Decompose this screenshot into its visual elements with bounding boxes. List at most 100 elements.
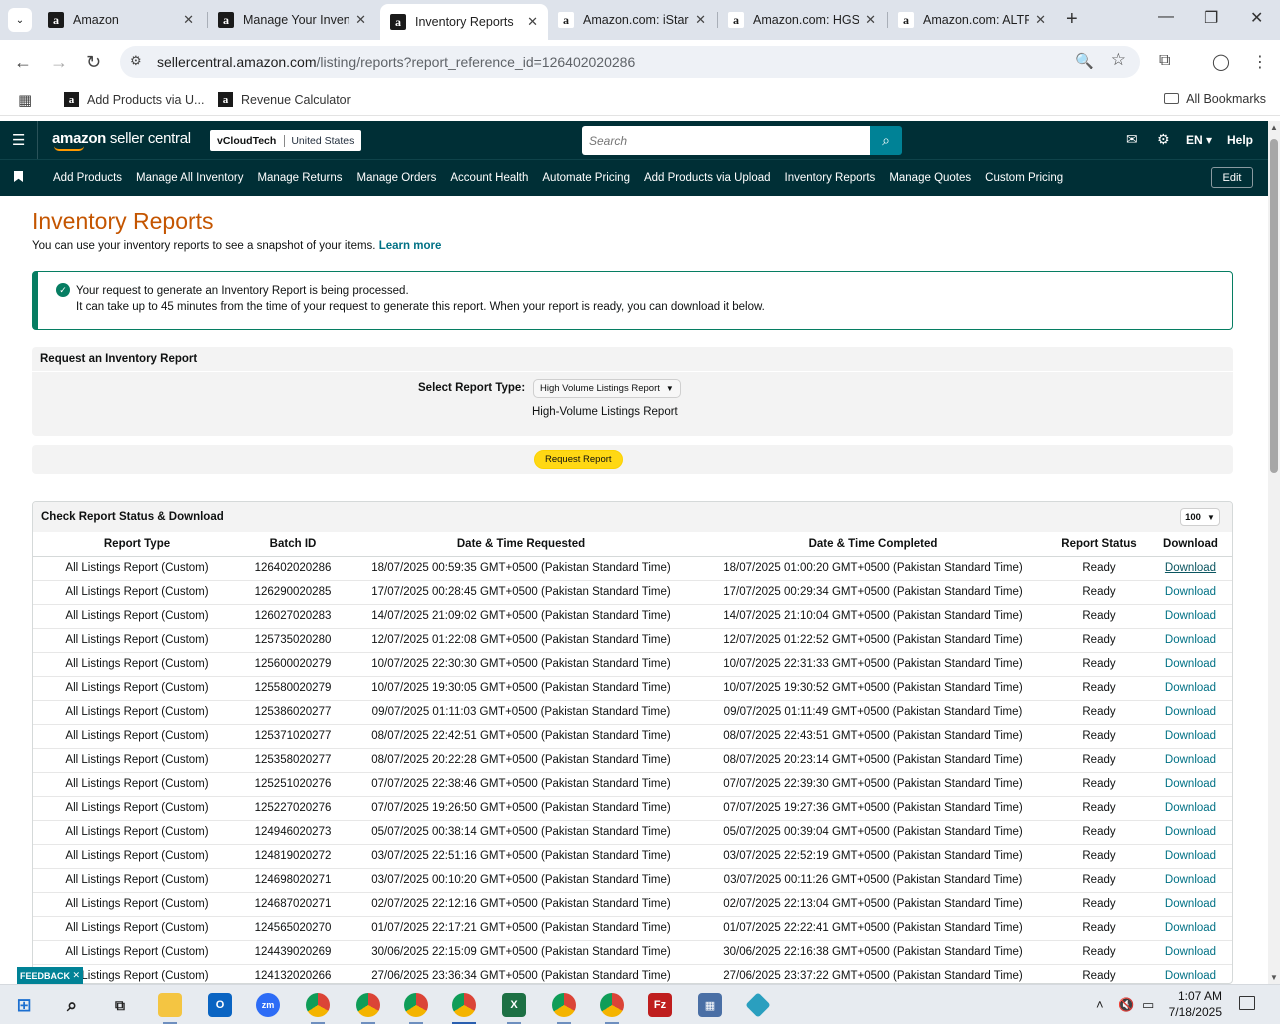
chrome-icon[interactable] (306, 993, 330, 1017)
show-hidden-icons-icon[interactable]: ˄ (1096, 997, 1104, 1012)
download-link-label[interactable]: Download (1165, 898, 1216, 910)
report-type-select[interactable]: High Volume Listings Report ▼ (533, 379, 681, 398)
filezilla-icon[interactable]: Fz (648, 993, 672, 1017)
download-link-label[interactable]: Download (1165, 850, 1216, 862)
learn-more-link[interactable]: Learn more (379, 240, 442, 252)
chrome-icon[interactable] (452, 993, 476, 1017)
tab-amazon-altr[interactable]: a Amazon.com: ALTR ✕ (888, 6, 1056, 34)
download-link-label[interactable]: Download (1165, 658, 1216, 670)
forward-arrow-icon[interactable]: → (50, 52, 68, 73)
col-date-requested[interactable]: Date & Time Requested (345, 532, 697, 557)
outlook-icon[interactable]: O (208, 993, 232, 1017)
feedback-button[interactable]: FEEDBACK ✕ (17, 967, 83, 984)
file-explorer-icon[interactable] (158, 993, 182, 1017)
download-link[interactable]: Download (1149, 652, 1232, 677)
language-selector[interactable]: EN ▾ (1186, 133, 1212, 147)
download-link-label[interactable]: Download (1165, 970, 1216, 982)
scrollbar-thumb[interactable] (1270, 139, 1278, 473)
download-link-label[interactable]: Download (1165, 946, 1216, 958)
tab-search-icon[interactable]: ⌄ (8, 8, 32, 32)
app-icon[interactable] (745, 992, 771, 1018)
notification-icon[interactable] (1239, 996, 1255, 1010)
tab-close-icon[interactable]: ✕ (355, 12, 366, 28)
download-link-label[interactable]: Download (1165, 802, 1216, 814)
back-arrow-icon[interactable]: ← (14, 52, 32, 73)
task-view-icon[interactable]: ⧉ (108, 993, 132, 1017)
nav-manage-orders[interactable]: Manage Orders (349, 172, 443, 184)
search-button[interactable]: ⌕ (870, 126, 902, 155)
nav-custom-pricing[interactable]: Custom Pricing (978, 172, 1070, 184)
page-size-select[interactable]: 100 ▼ (1180, 508, 1220, 526)
profile-icon[interactable]: ◯ (1212, 52, 1230, 72)
download-link-label[interactable]: Download (1165, 778, 1216, 790)
tab-amazon-istar[interactable]: a Amazon.com: iStar ✕ (548, 6, 716, 34)
bookmark-ribbon-icon[interactable] (14, 171, 23, 182)
page-scrollbar[interactable]: ▲ ▼ (1268, 121, 1280, 984)
download-link[interactable]: Download (1149, 724, 1232, 749)
download-link[interactable]: Download (1149, 892, 1232, 917)
tab-inventory-reports[interactable]: a Inventory Reports ✕ (380, 4, 548, 40)
download-link-label[interactable]: Download (1165, 706, 1216, 718)
download-link-label[interactable]: Download (1165, 586, 1216, 598)
download-link[interactable]: Download (1149, 580, 1232, 605)
download-link-label[interactable]: Download (1165, 682, 1216, 694)
nav-manage-all-inventory[interactable]: Manage All Inventory (129, 172, 250, 184)
nav-add-products-via-upload[interactable]: Add Products via Upload (637, 172, 778, 184)
extensions-icon[interactable]: ⧉ (1159, 52, 1170, 70)
tab-close-icon[interactable]: ✕ (865, 12, 876, 28)
calculator-icon[interactable]: ▦ (698, 993, 722, 1017)
download-link[interactable]: Download (1149, 964, 1232, 983)
tab-amazon-hgs[interactable]: a Amazon.com: HGS ✕ (718, 6, 886, 34)
zoom-icon[interactable]: zm (256, 993, 280, 1017)
request-report-button[interactable]: Request Report (534, 450, 623, 469)
window-close-icon[interactable]: ✕ (1250, 8, 1263, 28)
download-link[interactable]: Download (1149, 700, 1232, 725)
chrome-icon[interactable] (356, 993, 380, 1017)
minimize-icon[interactable]: — (1158, 8, 1174, 26)
col-report-status[interactable]: Report Status (1049, 532, 1149, 557)
search-input[interactable] (582, 126, 870, 155)
col-date-completed[interactable]: Date & Time Completed (697, 532, 1049, 557)
download-link[interactable]: Download (1149, 940, 1232, 965)
download-link-label[interactable]: Download (1165, 826, 1216, 838)
bookmark-revenue-calculator[interactable]: a Revenue Calculator (218, 92, 351, 107)
tab-manage-inventory[interactable]: a Manage Your Inventory ✕ (208, 6, 376, 34)
scroll-up-arrow-icon[interactable]: ▲ (1270, 123, 1278, 132)
chrome-icon[interactable] (600, 993, 624, 1017)
nav-add-products[interactable]: Add Products (46, 172, 129, 184)
address-bar[interactable]: ⚙ sellercentral.amazon.com/listing/repor… (120, 46, 1140, 78)
help-link[interactable]: Help (1227, 133, 1253, 147)
seller-central-logo[interactable]: amazon seller central (52, 130, 191, 151)
download-link-label[interactable]: Download (1165, 634, 1216, 646)
download-link[interactable]: Download (1149, 820, 1232, 845)
tab-close-icon[interactable]: ✕ (695, 12, 706, 28)
download-link[interactable]: Download (1149, 748, 1232, 773)
account-switcher[interactable]: vCloudTech United States (210, 130, 362, 151)
tab-close-icon[interactable]: ✕ (183, 12, 194, 28)
chrome-icon[interactable] (552, 993, 576, 1017)
download-link-label[interactable]: Download (1165, 610, 1216, 622)
scroll-down-arrow-icon[interactable]: ▼ (1270, 973, 1278, 982)
system-clock[interactable]: 1:07 AM 7/18/2025 (1166, 988, 1222, 1020)
download-link[interactable]: Download (1149, 676, 1232, 701)
close-icon[interactable]: ✕ (72, 970, 80, 981)
download-link[interactable]: Download (1149, 796, 1232, 821)
download-link[interactable]: Download (1149, 772, 1232, 797)
search-icon[interactable]: ⌕ (60, 993, 84, 1017)
nav-inventory-reports[interactable]: Inventory Reports (778, 172, 883, 184)
excel-icon[interactable]: X (502, 993, 526, 1017)
download-link[interactable]: Download (1149, 604, 1232, 629)
apps-grid-icon[interactable]: ▦ (18, 91, 32, 109)
download-link[interactable]: Download (1149, 868, 1232, 893)
all-bookmarks[interactable]: All Bookmarks (1164, 92, 1266, 106)
nav-manage-returns[interactable]: Manage Returns (250, 172, 349, 184)
network-icon[interactable]: ▭ (1142, 997, 1154, 1013)
chrome-icon[interactable] (404, 993, 428, 1017)
download-link-label[interactable]: Download (1165, 562, 1216, 574)
restore-icon[interactable]: ❐ (1204, 8, 1218, 28)
hamburger-menu-icon[interactable]: ☰ (12, 131, 25, 149)
download-link-label[interactable]: Download (1165, 754, 1216, 766)
download-link[interactable]: Download (1149, 844, 1232, 869)
reload-icon[interactable]: ↻ (86, 52, 101, 73)
mail-icon[interactable]: ✉ (1126, 131, 1138, 148)
